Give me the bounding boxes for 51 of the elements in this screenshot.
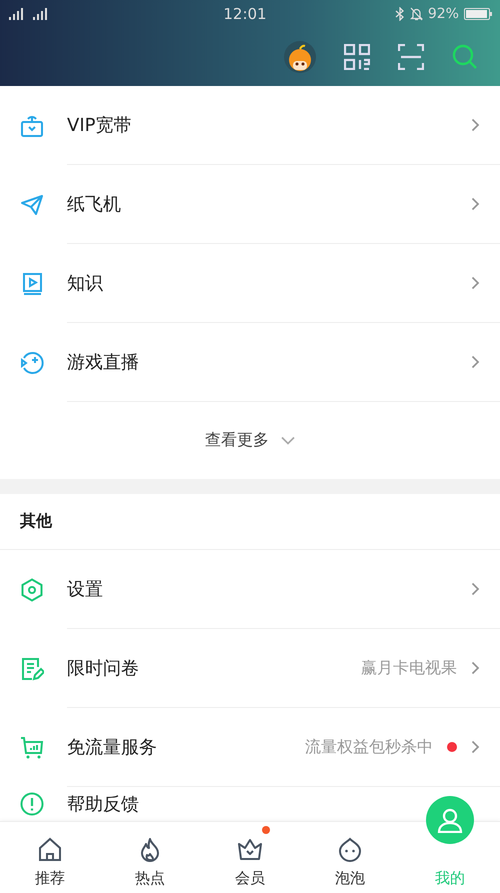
chevron-right-icon — [471, 661, 480, 675]
scan-icon[interactable] — [398, 44, 424, 70]
chevron-right-icon — [471, 276, 480, 290]
item-label: 知识 — [67, 272, 104, 295]
chevron-right-icon — [471, 582, 480, 596]
signal-icon — [8, 8, 26, 20]
chevron-down-icon — [281, 436, 295, 445]
tab[interactable]: 会员 — [200, 822, 300, 893]
chevron-right-icon — [471, 355, 480, 369]
home-icon — [37, 837, 63, 863]
hexagon-icon — [20, 578, 44, 602]
menu-item[interactable]: 设置 — [0, 550, 500, 629]
tv-icon — [20, 114, 44, 138]
tab[interactable]: 泡泡 — [300, 822, 400, 893]
exclamation-icon — [20, 792, 44, 816]
chevron-right-icon — [471, 118, 480, 132]
tab[interactable]: 推荐 — [0, 822, 100, 893]
menu-item[interactable]: 限时问卷 赢月卡电视果 — [0, 629, 500, 708]
book-icon — [20, 272, 44, 296]
tab[interactable]: 热点 — [100, 822, 200, 893]
item-value: 赢月卡电视果 — [361, 658, 457, 678]
menu-item[interactable]: 纸飞机 — [0, 165, 500, 244]
bubble-face-icon — [337, 837, 363, 863]
battery-icon — [464, 8, 492, 20]
clock-time: 12:01 — [223, 5, 267, 23]
item-value: 流量权益包秒杀中 — [305, 736, 433, 758]
item-label: 免流量服务 — [67, 736, 158, 759]
signal-icon — [32, 8, 50, 20]
battery-percent: 92% — [428, 6, 459, 22]
section-title: 其他 — [0, 494, 500, 550]
qr-code-icon[interactable] — [344, 44, 370, 70]
chevron-right-icon — [471, 197, 480, 211]
chevron-right-icon — [471, 740, 480, 754]
crown-icon — [237, 837, 263, 863]
menu-item[interactable]: 免流量服务 流量权益包秒杀中 — [0, 708, 500, 787]
bluetooth-icon — [394, 7, 405, 21]
bell-muted-icon — [410, 7, 423, 21]
menu-item[interactable]: 帮助反馈 — [0, 787, 400, 821]
item-label: VIP宽带 — [67, 114, 132, 137]
item-label: 限时问卷 — [67, 657, 140, 680]
item-label: 帮助反馈 — [67, 793, 140, 816]
avatar-icon[interactable] — [284, 41, 316, 73]
document-pen-icon — [20, 656, 44, 680]
item-label: 纸飞机 — [67, 193, 122, 216]
cart-icon — [20, 736, 44, 760]
menu-item[interactable]: 知识 — [0, 244, 500, 323]
game-face-icon — [20, 350, 44, 374]
item-label: 设置 — [67, 578, 104, 601]
menu-item[interactable]: VIP宽带 — [0, 86, 500, 165]
item-label: 游戏直播 — [67, 351, 140, 374]
paper-plane-icon — [20, 192, 44, 216]
